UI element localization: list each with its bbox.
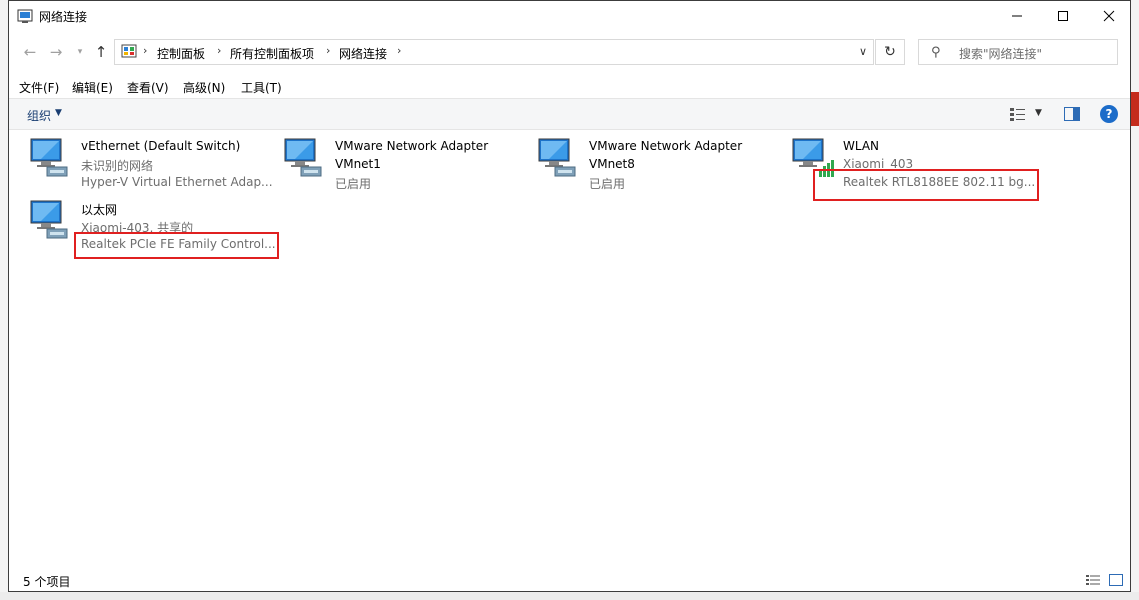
breadcrumb-separator: › bbox=[397, 44, 402, 57]
chevron-down-icon: ∨ bbox=[858, 45, 867, 58]
connection-status: 未识别的网络 bbox=[81, 159, 154, 173]
highlight-box-ethernet-device bbox=[74, 232, 279, 259]
help-button[interactable]: ? bbox=[1100, 105, 1118, 123]
menu-file[interactable]: 文件(F) bbox=[19, 79, 59, 96]
large-icons-view-icon[interactable] bbox=[1109, 574, 1123, 586]
control-panel-icon bbox=[121, 44, 137, 58]
minimize-button[interactable] bbox=[994, 1, 1040, 31]
address-row: ← → ▾ ↑ › 控制面板 › 所有控制面板项 › 网络连接 › ∨ ↻ ⚲ … bbox=[9, 35, 1130, 69]
close-button[interactable] bbox=[1086, 1, 1132, 31]
chevron-down-icon: ▾ bbox=[77, 47, 83, 57]
connection-name: VMware Network Adapter bbox=[335, 139, 489, 153]
network-adapter-icon bbox=[30, 138, 68, 177]
breadcrumb-separator: › bbox=[326, 44, 331, 57]
close-icon bbox=[1103, 10, 1115, 22]
address-dropdown-button[interactable]: ∨ bbox=[859, 45, 867, 58]
connection-device: Hyper-V Virtual Ethernet Adap... bbox=[81, 175, 273, 189]
arrow-up-icon: ↑ bbox=[94, 43, 108, 61]
menu-edit[interactable]: 编辑(E) bbox=[72, 79, 113, 96]
status-bar: 5 个项目 bbox=[9, 569, 1130, 591]
help-icon: ? bbox=[1105, 107, 1113, 121]
menu-advanced[interactable]: 高级(N) bbox=[183, 79, 225, 96]
change-view-icon[interactable] bbox=[1009, 106, 1027, 122]
connection-name: 以太网 bbox=[81, 203, 118, 217]
connection-name: VMware Network Adapter bbox=[589, 139, 743, 153]
arrow-right-icon: → bbox=[49, 43, 63, 61]
organize-button[interactable]: 组织 bbox=[27, 107, 51, 124]
connection-item[interactable]: vEthernet (Default Switch) 未识别的网络 Hyper-… bbox=[19, 131, 273, 189]
connections-list: vEthernet (Default Switch) 未识别的网络 Hyper-… bbox=[9, 131, 1130, 561]
maximize-icon bbox=[1058, 11, 1068, 21]
chevron-down-icon: ▼ bbox=[55, 108, 62, 118]
breadcrumb-network-connections[interactable]: 网络连接 bbox=[339, 45, 387, 62]
network-adapter-icon bbox=[30, 200, 68, 239]
connection-item[interactable]: VMware Network Adapter VMnet1 已启用 bbox=[273, 131, 523, 191]
connection-status: VMnet8 bbox=[589, 157, 635, 171]
highlight-box-wlan-device bbox=[813, 169, 1039, 201]
minimize-icon bbox=[1012, 15, 1022, 17]
connection-item[interactable]: VMware Network Adapter VMnet8 已启用 bbox=[527, 131, 777, 191]
breadcrumb-all-items[interactable]: 所有控制面板项 bbox=[230, 45, 314, 62]
command-bar: 组织 ▼ ▼ ? bbox=[9, 98, 1130, 130]
search-input[interactable]: ⚲ 搜索"网络连接" bbox=[918, 39, 1118, 65]
refresh-button[interactable]: ↻ bbox=[875, 39, 905, 65]
connection-status: VMnet1 bbox=[335, 157, 381, 171]
window-title: 网络连接 bbox=[39, 10, 88, 24]
network-folder-icon bbox=[17, 9, 33, 23]
details-view-icon[interactable] bbox=[1086, 574, 1100, 586]
menu-bar: 文件(F) 编辑(E) 查看(V) 高级(N) 工具(T) bbox=[9, 75, 1130, 97]
connection-device: 已启用 bbox=[589, 177, 626, 191]
forward-button[interactable]: → bbox=[47, 43, 65, 61]
menu-tools[interactable]: 工具(T) bbox=[241, 79, 282, 96]
preview-pane-button[interactable] bbox=[1064, 107, 1080, 121]
item-count: 5 个项目 bbox=[23, 575, 71, 589]
address-bar[interactable]: › 控制面板 › 所有控制面板项 › 网络连接 › ∨ bbox=[114, 39, 874, 65]
network-connections-window: 网络连接 ← → ▾ ↑ › 控制面板 › 所有控制面板项 › 网络连接 › ∨… bbox=[8, 0, 1131, 592]
breadcrumb-control-panel[interactable]: 控制面板 bbox=[157, 45, 205, 62]
up-button[interactable]: ↑ bbox=[92, 43, 110, 61]
network-adapter-icon bbox=[538, 138, 576, 177]
connection-name: WLAN bbox=[843, 139, 880, 153]
arrow-left-icon: ← bbox=[23, 43, 37, 61]
connection-device: 已启用 bbox=[335, 177, 372, 191]
search-placeholder: 搜索"网络连接" bbox=[959, 47, 1043, 61]
maximize-button[interactable] bbox=[1040, 1, 1086, 31]
search-icon: ⚲ bbox=[931, 45, 941, 60]
refresh-icon: ↻ bbox=[884, 44, 896, 60]
background-strip-bottom bbox=[0, 592, 1139, 600]
breadcrumb-separator: › bbox=[143, 44, 148, 57]
view-options-dropdown[interactable]: ▼ bbox=[1035, 108, 1042, 118]
menu-view[interactable]: 查看(V) bbox=[127, 79, 169, 96]
title-bar[interactable]: 网络连接 bbox=[9, 1, 1130, 31]
connection-name: vEthernet (Default Switch) bbox=[81, 139, 241, 153]
network-adapter-icon bbox=[284, 138, 322, 177]
back-button[interactable]: ← bbox=[21, 43, 39, 61]
recent-locations-button[interactable]: ▾ bbox=[71, 43, 89, 61]
breadcrumb-separator: › bbox=[217, 44, 222, 57]
